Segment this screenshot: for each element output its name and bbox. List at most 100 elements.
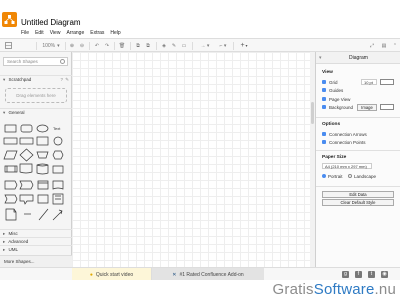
grid-checkbox[interactable]: Grid <box>322 79 338 85</box>
edit-icon[interactable]: ✎ <box>65 77 69 83</box>
shape-note[interactable] <box>52 193 64 205</box>
paper-size-select[interactable]: A4 (210 mm x 297 mm) <box>322 163 372 169</box>
shape-folded-page[interactable] <box>5 208 17 221</box>
section-advanced[interactable]: ▸ Advanced <box>0 237 72 245</box>
shape-ellipse[interactable] <box>36 124 49 133</box>
background-checkbox[interactable]: Background <box>322 104 353 110</box>
clear-default-style-button[interactable]: Clear Default Style <box>322 199 394 206</box>
twitter-icon[interactable]: t <box>368 271 375 278</box>
shape-square[interactable] <box>36 136 49 146</box>
shape-chevron[interactable] <box>19 180 34 190</box>
waypoints-icon[interactable]: ⌐ ▾ <box>216 41 230 50</box>
shape-diamond[interactable] <box>19 148 34 162</box>
section-misc[interactable]: ▸ Misc <box>0 229 72 237</box>
shape-card[interactable] <box>37 194 49 204</box>
fullscreen-icon[interactable]: ⤢ <box>368 41 376 50</box>
shape-rectangle[interactable] <box>4 124 17 133</box>
connection-points-checkbox[interactable]: Connection Points <box>322 139 366 145</box>
section-scratchpad[interactable]: ▾ Scratchpad ? ✎ <box>0 75 72 83</box>
app-title[interactable]: Untitled Diagram <box>21 18 81 27</box>
menu-help[interactable]: Help <box>110 30 120 36</box>
connection-points-label: Connection Points <box>329 139 366 145</box>
background-color-swatch[interactable] <box>380 104 394 110</box>
insert-button[interactable]: + ▾ <box>237 41 251 50</box>
menu-edit[interactable]: Edit <box>35 30 44 36</box>
grid-color-swatch[interactable] <box>380 79 394 85</box>
shape-internal-storage[interactable] <box>37 180 49 190</box>
page-view-checkbox[interactable]: Page View <box>322 96 350 102</box>
landscape-radio[interactable]: Landscape <box>348 173 376 179</box>
app-logo[interactable] <box>2 12 17 27</box>
shadow-icon[interactable]: ▭ <box>180 41 188 50</box>
panel-title-label: Diagram <box>349 55 368 61</box>
shape-diagonal-line[interactable] <box>38 208 49 221</box>
general-shapes-grid: Text <box>3 123 69 231</box>
shape-trapezoid[interactable] <box>36 151 49 159</box>
shape-textbox[interactable] <box>19 137 34 145</box>
delete-icon[interactable]: 🗑 <box>118 41 126 50</box>
format-panel-toggle-icon[interactable]: ▤ <box>380 41 388 50</box>
confluence-icon: ✕ <box>172 271 177 278</box>
shape-rounded-rectangle[interactable] <box>20 124 33 133</box>
scrollbar-thumb[interactable] <box>311 102 314 124</box>
image-button[interactable]: Image <box>357 104 377 111</box>
connection-arrows-checkbox[interactable]: Connection Arrows <box>322 131 367 137</box>
watermark: GratisSoftware.nu <box>0 280 400 300</box>
shape-text[interactable]: Text <box>53 126 61 131</box>
to-back-icon[interactable]: ⧉ <box>144 41 152 50</box>
menu-view[interactable]: View <box>50 30 61 36</box>
grid-size-input[interactable]: 10 pt <box>361 79 377 85</box>
shape-predefined-process[interactable] <box>4 165 18 173</box>
toolbar-separator <box>192 42 193 50</box>
section-general[interactable]: ▾ General <box>0 108 72 116</box>
connection-style-icon[interactable]: → ▾ <box>197 41 213 50</box>
line-color-icon[interactable]: ✎ <box>170 41 178 50</box>
shape-arrow-step[interactable] <box>4 194 18 204</box>
section-label: Scratchpad <box>8 77 32 82</box>
menu-extras[interactable]: Extras <box>90 30 104 36</box>
to-front-icon[interactable]: ⧉ <box>134 41 142 50</box>
shape-process[interactable] <box>3 137 18 145</box>
section-uml[interactable]: ▸ UML <box>0 245 72 253</box>
shape-callout[interactable] <box>19 194 34 205</box>
scratchpad-drop-zone[interactable]: Drag elements here <box>5 88 67 103</box>
fill-color-icon[interactable]: ◈ <box>160 41 168 50</box>
guides-checkbox[interactable]: Guides <box>322 87 343 93</box>
toolbar: 100% ▾ ⊕ ⊖ ↶ ↷ 🗑 ⧉ ⧉ ◈ ✎ ▭ → ▾ ⌐ ▾ + ▾ ⤢… <box>0 38 400 52</box>
zoom-select[interactable]: 100% ▾ <box>40 41 62 50</box>
undo-icon[interactable]: ↶ <box>93 41 101 50</box>
menu-file[interactable]: File <box>21 30 29 36</box>
edit-data-button[interactable]: Edit Data <box>322 191 394 198</box>
more-shapes-button[interactable]: More Shapes... <box>0 255 72 267</box>
shape-cylinder[interactable] <box>36 163 49 175</box>
options-heading: Options <box>322 122 341 127</box>
shape-hexagon[interactable] <box>52 150 64 160</box>
shape-arrow[interactable] <box>52 209 63 221</box>
zoom-out-icon[interactable]: ⊖ <box>78 41 86 50</box>
paper-size-value: A4 (210 mm x 297 mm) <box>325 164 367 169</box>
shape-circle[interactable] <box>53 136 63 146</box>
portrait-radio[interactable]: Portrait <box>322 173 343 179</box>
shape-process-alt[interactable] <box>52 165 64 174</box>
search-icon[interactable] <box>60 59 65 64</box>
video-tab-label: Quick start video <box>95 271 134 278</box>
drop-hint: Drag elements here <box>16 93 56 98</box>
shape-tape[interactable] <box>52 180 64 190</box>
shape-document[interactable] <box>19 163 33 174</box>
github-icon[interactable]: ◉ <box>381 271 388 278</box>
page-view-icon[interactable] <box>4 41 12 50</box>
diagram-canvas[interactable] <box>72 52 315 267</box>
help-icon[interactable]: ? <box>60 77 63 82</box>
shape-parallelogram[interactable] <box>3 150 18 160</box>
redo-icon[interactable]: ↷ <box>103 41 111 50</box>
google-plus-icon[interactable]: g <box>342 271 349 278</box>
menu-arrange[interactable]: Arrange <box>66 30 84 36</box>
collapse-panel-icon[interactable]: ▾ <box>319 55 322 61</box>
shape-step[interactable] <box>4 180 18 190</box>
search-input[interactable]: Search Shapes <box>3 57 68 66</box>
zoom-in-icon[interactable]: ⊕ <box>68 41 76 50</box>
facebook-icon[interactable]: f <box>355 271 362 278</box>
panel-title: ▾ Diagram <box>316 52 400 64</box>
view-heading: View <box>322 70 333 75</box>
collapse-icon[interactable]: ⌃ <box>391 41 399 50</box>
